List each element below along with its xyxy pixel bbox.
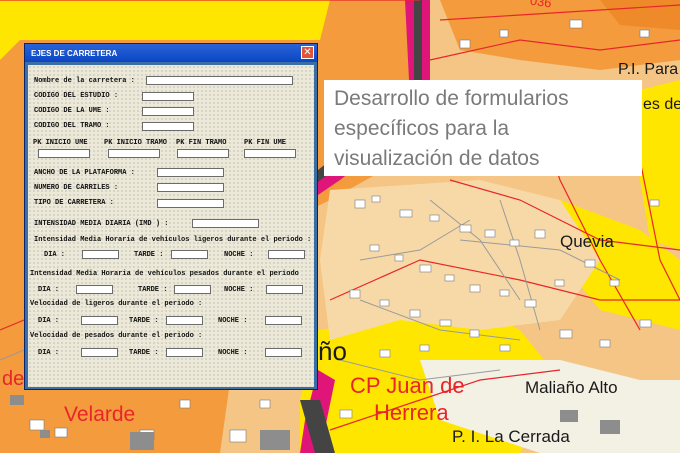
map-label-herrera: Herrera — [374, 400, 449, 425]
label-imh-pesados: Intensidad Media Horaria de vehículos pe… — [30, 270, 299, 278]
caption-line-3: visualización de datos — [334, 147, 540, 170]
tipo-carretera-input[interactable] — [157, 199, 224, 208]
window-title: EJES DE CARRETERA — [31, 48, 118, 58]
map-label-es-de: es de — [643, 96, 680, 113]
ancho-plataforma-input[interactable] — [157, 168, 224, 177]
caption-line-2: específicos para la — [334, 117, 510, 140]
label-pk-fin-ume: PK FIN UME — [244, 139, 287, 147]
map-label-de: de — [2, 368, 25, 390]
codigo-ume-input[interactable] — [142, 107, 194, 116]
label-dia: DIA : — [38, 317, 60, 325]
label-dia: DIA : — [38, 286, 60, 294]
label-imh-ligeros: Intensidad Media Horaria de vehículos li… — [34, 236, 312, 244]
label-tipo-carretera: TIPO DE CARRETERA : — [34, 199, 114, 207]
vel-ligeros-tarde-input[interactable] — [166, 316, 203, 325]
label-codigo-tramo: CODIGO DEL TRAMO : — [34, 122, 110, 130]
imh-ligeros-dia-input[interactable] — [82, 250, 119, 259]
label-tarde: TARDE : — [138, 286, 168, 294]
label-vel-pesados: Velocidad de pesados durante el periodo … — [30, 332, 203, 340]
label-vel-ligeros: Velocidad de ligeros durante el periodo … — [30, 300, 203, 308]
imh-pesados-noche-input[interactable] — [266, 285, 303, 294]
label-tarde: TARDE : — [134, 251, 164, 259]
map-label-industrial-park-cerrada: P. I. La Cerrada — [452, 427, 570, 446]
label-codigo-ume: CODIGO DE LA UME : — [34, 107, 110, 115]
imh-pesados-dia-input[interactable] — [76, 285, 113, 294]
label-tarde: TARDE : — [129, 317, 159, 325]
pk-fin-tramo-input[interactable] — [177, 149, 229, 158]
map-label-town: ño — [318, 336, 347, 366]
imd-input[interactable] — [192, 219, 259, 228]
caption-box: Desarrollo de formularios específicos pa… — [324, 80, 642, 176]
label-imd: INTENSIDAD MEDIA DIARIA (IMD ) : — [34, 220, 169, 228]
pk-fin-ume-input[interactable] — [244, 149, 296, 158]
imh-ligeros-noche-input[interactable] — [268, 250, 305, 259]
map-label-industrial-park: P.I. Para — [618, 61, 679, 78]
label-pk-inicio-ume: PK INICIO UME — [33, 139, 88, 147]
label-pk-fin-tramo: PK FIN TRAMO — [176, 139, 227, 147]
form-body: Nombre de la carretera : CODIGO DEL ESTU… — [28, 65, 314, 387]
label-dia: DIA : — [44, 251, 66, 259]
nombre-carretera-input[interactable] — [146, 76, 293, 85]
label-pk-inicio-tramo: PK INICIO TRAMO — [104, 139, 168, 147]
vel-ligeros-noche-input[interactable] — [265, 316, 302, 325]
label-noche: NOCHE : — [224, 251, 254, 259]
close-icon[interactable]: ✕ — [301, 46, 314, 59]
imh-ligeros-tarde-input[interactable] — [171, 250, 208, 259]
vel-pesados-tarde-input[interactable] — [166, 348, 203, 357]
vel-ligeros-dia-input[interactable] — [81, 316, 118, 325]
label-noche: NOCHE : — [218, 317, 248, 325]
label-dia: DIA : — [38, 349, 60, 357]
numero-carriles-input[interactable] — [157, 183, 224, 192]
map-label-cp-juan: CP Juan de — [350, 373, 465, 398]
vel-pesados-dia-input[interactable] — [81, 348, 118, 357]
pk-inicio-tramo-input[interactable] — [108, 149, 160, 158]
window-titlebar[interactable]: EJES DE CARRETERA — [25, 44, 317, 62]
map-label-quevia: Quevia — [560, 232, 614, 251]
vel-pesados-noche-input[interactable] — [265, 348, 302, 357]
label-nombre-carretera: Nombre de la carretera : — [34, 77, 135, 85]
imh-pesados-tarde-input[interactable] — [174, 285, 211, 294]
codigo-estudio-input[interactable] — [142, 92, 194, 101]
map-label-velarde: Velarde — [64, 403, 136, 426]
form-window: EJES DE CARRETERA ✕ Nombre de la carrete… — [24, 43, 318, 390]
codigo-tramo-input[interactable] — [142, 122, 194, 131]
caption-line-1: Desarrollo de formularios — [334, 87, 569, 110]
pk-inicio-ume-input[interactable] — [38, 149, 90, 158]
label-numero-carriles: NUMERO DE CARRILES : — [34, 184, 119, 192]
label-noche: NOCHE : — [224, 286, 254, 294]
label-tarde: TARDE : — [129, 349, 159, 357]
label-ancho-plataforma: ANCHO DE LA PLATAFORMA : — [34, 169, 135, 177]
label-codigo-estudio: CODIGO DEL ESTUDIO : — [34, 92, 119, 100]
map-label-maliano-alto: Maliaño Alto — [525, 378, 618, 397]
label-noche: NOCHE : — [218, 349, 248, 357]
